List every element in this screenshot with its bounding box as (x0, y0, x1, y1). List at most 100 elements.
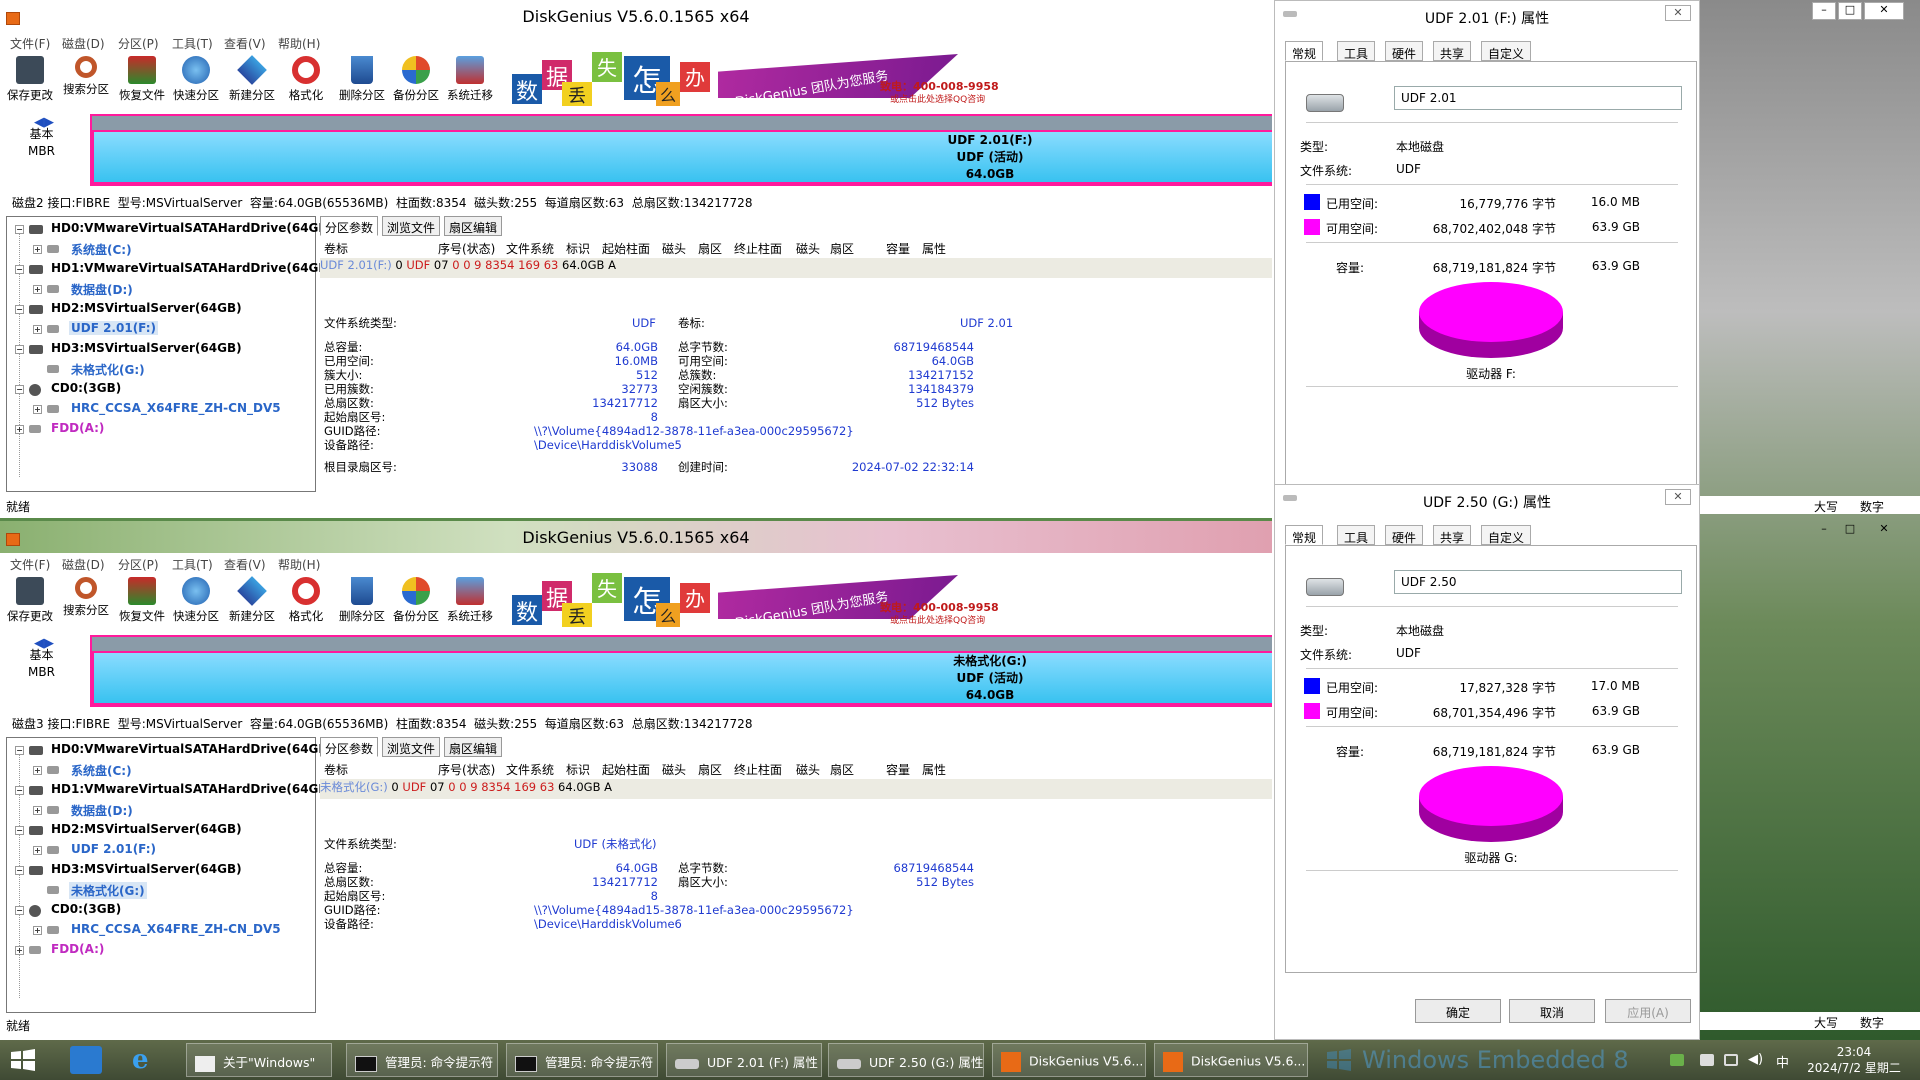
ie-icon[interactable]: e (132, 1046, 162, 1074)
tab-hardware[interactable]: 硬件 (1385, 41, 1424, 61)
tab-hardware[interactable]: 硬件 (1385, 525, 1424, 545)
control-panel-icon[interactable] (70, 1046, 102, 1074)
tab-general[interactable]: 常规 (1285, 525, 1324, 545)
recover-files-button[interactable]: 恢复文件 (114, 575, 170, 624)
taskbar-item-cmd-2[interactable]: 管理员: 命令提示符 (506, 1043, 658, 1077)
new-partition-button[interactable]: 新建分区 (224, 575, 280, 624)
collapse-icon[interactable]: − (15, 786, 24, 795)
expand-icon[interactable]: + (33, 926, 42, 935)
tab-browse-files[interactable]: 浏览文件 (382, 737, 441, 757)
tab-sector-editor[interactable]: 扇区编辑 (444, 737, 503, 757)
format-button[interactable]: 格式化 (278, 575, 334, 624)
expand-icon[interactable]: + (33, 806, 42, 815)
taskbar-item-cmd-1[interactable]: 管理员: 命令提示符 (346, 1043, 498, 1077)
taskbar-item-props-g[interactable]: UDF 2.50 (G:) 属性 (828, 1043, 984, 1077)
menu-partition[interactable]: 分区(P) (118, 556, 159, 573)
tab-sharing[interactable]: 共享 (1433, 41, 1472, 61)
menu-view[interactable]: 查看(V) (224, 556, 266, 573)
expand-icon[interactable]: + (15, 425, 24, 434)
advertisement-banner[interactable]: 数 据 丢 失 怎 么 办 DiskGenius 团队为您服务 致电：400-0… (512, 52, 1000, 110)
close-icon[interactable]: ✕ (1665, 489, 1691, 505)
menu-tools[interactable]: 工具(T) (172, 35, 213, 52)
close-icon[interactable]: ✕ (1864, 2, 1904, 20)
collapse-icon[interactable]: − (15, 305, 24, 314)
partition-block[interactable]: 未格式化(G:) UDF (活动) 64.0GB (90, 635, 1272, 707)
menu-disk[interactable]: 磁盘(D) (62, 556, 105, 573)
tab-partition-params[interactable]: 分区参数 (320, 737, 379, 757)
taskbar-item-about-windows[interactable]: 关于"Windows" (186, 1043, 332, 1077)
collapse-icon[interactable]: − (15, 265, 24, 274)
tab-customize[interactable]: 自定义 (1481, 525, 1532, 545)
tab-browse-files[interactable]: 浏览文件 (382, 216, 441, 236)
expand-icon[interactable]: + (33, 405, 42, 414)
menu-help[interactable]: 帮助(H) (278, 35, 320, 52)
flag-icon[interactable] (1700, 1054, 1714, 1066)
volume-name-input[interactable]: UDF 2.50 (1394, 570, 1682, 594)
expand-icon[interactable]: + (33, 846, 42, 855)
quick-partition-button[interactable]: 快速分区 (168, 54, 224, 103)
tab-sharing[interactable]: 共享 (1433, 525, 1472, 545)
collapse-icon[interactable]: − (15, 225, 24, 234)
apply-button[interactable]: 应用(A) (1605, 999, 1691, 1023)
title-bar[interactable]: DiskGenius V5.6.0.1565 x64 (0, 521, 1272, 553)
menu-partition[interactable]: 分区(P) (118, 35, 159, 52)
new-partition-button[interactable]: 新建分区 (224, 54, 280, 103)
delete-partition-button[interactable]: 删除分区 (334, 575, 390, 624)
tab-partition-params[interactable]: 分区参数 (320, 216, 379, 236)
tab-tools[interactable]: 工具 (1337, 41, 1376, 61)
tab-tools[interactable]: 工具 (1337, 525, 1376, 545)
network-icon[interactable] (1670, 1054, 1684, 1066)
partition-block[interactable]: UDF 2.01(F:) UDF (活动) 64.0GB (90, 114, 1272, 186)
title-bar[interactable]: DiskGenius V5.6.0.1565 x64 (0, 0, 1272, 32)
expand-icon[interactable]: + (33, 285, 42, 294)
menu-file[interactable]: 文件(F) (10, 35, 50, 52)
quick-partition-button[interactable]: 快速分区 (168, 575, 224, 624)
taskbar-item-diskgenius-1[interactable]: DiskGenius V5.6... (992, 1043, 1146, 1077)
display-icon[interactable] (1724, 1054, 1738, 1066)
format-button[interactable]: 格式化 (278, 54, 334, 103)
backup-partition-button[interactable]: 备份分区 (388, 575, 444, 624)
maximize-icon[interactable]: □ (1838, 2, 1862, 20)
collapse-icon[interactable]: − (15, 746, 24, 755)
search-partition-button[interactable]: 搜索分区 (58, 575, 114, 618)
save-changes-button[interactable]: 保存更改 (2, 575, 58, 624)
collapse-icon[interactable]: − (15, 345, 24, 354)
table-row[interactable]: UDF 2.01(F:) 0 UDF 07 0 0 9 8354 169 63 … (320, 258, 1272, 278)
expand-icon[interactable]: + (33, 325, 42, 334)
minimize-icon[interactable]: – (1812, 2, 1836, 20)
close-icon[interactable]: ✕ (1665, 5, 1691, 21)
menu-disk[interactable]: 磁盘(D) (62, 35, 105, 52)
expand-icon[interactable]: + (33, 766, 42, 775)
collapse-icon[interactable]: − (15, 826, 24, 835)
taskbar-item-diskgenius-2[interactable]: DiskGenius V5.6... (1154, 1043, 1308, 1077)
taskbar-item-props-f[interactable]: UDF 2.01 (F:) 属性 (666, 1043, 822, 1077)
backup-partition-button[interactable]: 备份分区 (388, 54, 444, 103)
volume-name-input[interactable]: UDF 2.01 (1394, 86, 1682, 110)
save-changes-button[interactable]: 保存更改 (2, 54, 58, 103)
maximize-icon[interactable]: □ (1838, 522, 1862, 540)
table-row[interactable]: 未格式化(G:) 0 UDF 07 0 0 9 8354 169 63 64.0… (320, 779, 1272, 799)
clock[interactable]: 23:04 2024/7/2 星期二 (1796, 1044, 1912, 1076)
expand-icon[interactable]: + (15, 946, 24, 955)
system-migration-button[interactable]: 系统迁移 (442, 54, 498, 103)
menu-view[interactable]: 查看(V) (224, 35, 266, 52)
search-partition-button[interactable]: 搜索分区 (58, 54, 114, 97)
volume-icon[interactable]: ◀) (1748, 1052, 1763, 1067)
close-icon[interactable]: ✕ (1864, 522, 1904, 540)
recover-files-button[interactable]: 恢复文件 (114, 54, 170, 103)
tab-customize[interactable]: 自定义 (1481, 41, 1532, 61)
collapse-icon[interactable]: − (15, 385, 24, 394)
ok-button[interactable]: 确定 (1415, 999, 1501, 1023)
start-button[interactable] (10, 1048, 36, 1072)
collapse-icon[interactable]: − (15, 906, 24, 915)
advertisement-banner[interactable]: 数 据 丢 失 怎 么 办 DiskGenius 团队为您服务 致电：400-0… (512, 573, 1000, 631)
minimize-icon[interactable]: – (1812, 522, 1836, 540)
tab-general[interactable]: 常规 (1285, 41, 1324, 61)
menu-help[interactable]: 帮助(H) (278, 556, 320, 573)
expand-icon[interactable]: + (33, 245, 42, 254)
tab-sector-editor[interactable]: 扇区编辑 (444, 216, 503, 236)
cancel-button[interactable]: 取消 (1509, 999, 1595, 1023)
delete-partition-button[interactable]: 删除分区 (334, 54, 390, 103)
menu-tools[interactable]: 工具(T) (172, 556, 213, 573)
menu-file[interactable]: 文件(F) (10, 556, 50, 573)
